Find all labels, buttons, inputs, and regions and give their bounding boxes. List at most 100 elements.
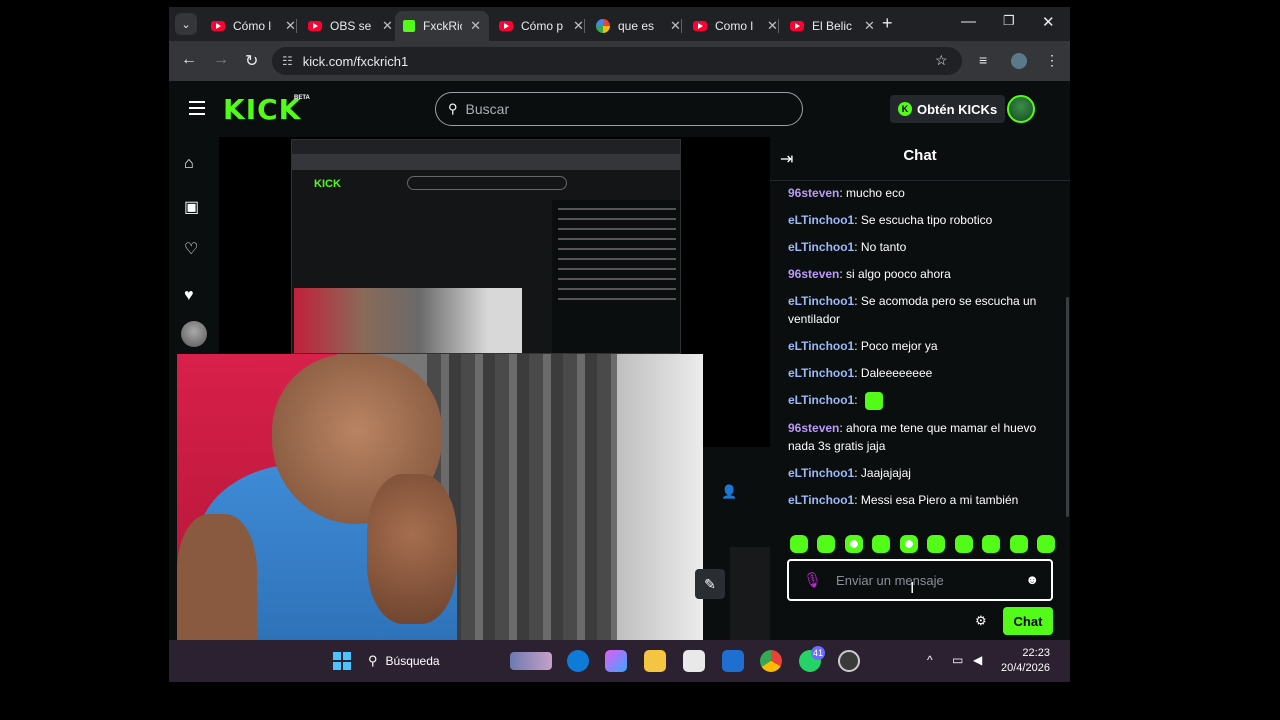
back-arrow-icon[interactable]: ← [181,51,197,69]
bookmark-star-icon[interactable]: ☆ [935,52,948,69]
menu-hamburger-icon[interactable] [189,101,205,115]
more-menu-icon[interactable]: ⋮ [1045,52,1059,69]
emote-button[interactable] [844,535,863,553]
tray-expand-icon[interactable]: ^ [927,653,933,667]
chat-username[interactable]: eLTinchoo1 [788,213,854,227]
get-kicks-button[interactable]: K Obtén KICKs [890,95,1006,123]
search-bar[interactable]: ⚲ [435,92,803,126]
chat-input-box[interactable]: 🎙 ☻ [787,559,1053,601]
chat-scrollbar[interactable] [1066,297,1069,517]
network-icon[interactable]: ▭ [952,653,963,667]
emote-button[interactable] [954,535,973,553]
tab-2[interactable]: OBS se ✕ [300,11,401,41]
chat-username[interactable]: eLTinchoo1 [788,294,854,308]
chat-divider [770,180,1070,181]
tab-7[interactable]: El Belic ✕ [782,11,883,41]
chat-username[interactable]: eLTinchoo1 [788,466,854,480]
restore-icon[interactable]: ❐ [1003,13,1015,29]
chat-username[interactable]: 96steven [788,421,839,435]
nested-screen-capture: KICK [291,139,681,354]
browser-tab-strip: ⌄ Cómo l ✕ OBS se ✕ FxckRic ✕ Cómo p ✕ q… [169,7,1070,41]
nested-search-bar [407,176,567,190]
tab-5[interactable]: que es ✕ [588,11,689,41]
minimize-icon[interactable]: — [961,13,976,30]
forward-arrow-icon[interactable]: → [213,51,229,69]
site-info-icon[interactable]: ☷ [282,54,293,68]
windows-start-icon[interactable] [333,652,351,670]
volume-icon[interactable]: ◀ [973,653,982,667]
follow-user-icon[interactable]: 👤 [721,484,737,500]
nested-address-bar [292,154,680,170]
close-icon[interactable]: ✕ [470,18,481,34]
chat-username[interactable]: 96steven [788,186,839,200]
home-icon[interactable]: ⌂ [184,155,194,173]
reload-icon[interactable]: ↻ [245,51,258,71]
tab-6[interactable]: Como l ✕ [685,11,786,41]
chat-username[interactable]: eLTinchoo1 [788,393,854,407]
microphone-icon[interactable]: 🎙 [803,571,822,589]
chat-send-button[interactable]: Chat [1003,607,1053,635]
emote-button[interactable] [872,535,891,553]
profile-avatar-icon[interactable] [1011,53,1027,69]
copilot-icon[interactable] [605,650,627,672]
chat-text: Se escucha tipo robotico [860,213,993,227]
emote-button[interactable] [817,535,836,553]
tab-3-active[interactable]: FxckRic ✕ [395,11,489,41]
close-icon[interactable]: ✕ [767,18,778,34]
nested-chat-line [558,228,676,230]
edge-browser-icon[interactable] [567,650,589,672]
browse-icon[interactable]: ▣ [184,197,199,217]
close-icon[interactable]: ✕ [573,18,584,34]
chat-message-input[interactable] [836,572,1017,588]
chat-settings-gear-icon[interactable]: ⚙ [975,613,987,629]
chat-username[interactable]: eLTinchoo1 [788,240,854,254]
search-highlight-thumbnail[interactable] [510,652,552,670]
chat-username[interactable]: eLTinchoo1 [788,493,854,507]
tab-label: Cómo l [233,19,272,33]
emote-button[interactable] [1009,535,1028,553]
new-tab-plus-icon[interactable]: + [882,13,893,34]
emote-button[interactable] [899,535,918,553]
chat-username[interactable]: eLTinchoo1 [788,366,854,380]
tab-search-button[interactable]: ⌄ [175,13,197,35]
chat-username[interactable]: eLTinchoo1 [788,339,854,353]
emoji-picker-icon[interactable]: ☻ [1025,572,1039,587]
address-bar[interactable]: ☷ kick.com/fxckrich1 [272,47,962,75]
user-avatar[interactable] [1007,95,1035,123]
obs-studio-icon[interactable] [838,650,860,672]
emote-button[interactable] [927,535,946,553]
emote-button[interactable] [790,535,808,553]
close-icon[interactable]: ✕ [285,18,296,34]
emote-button[interactable] [1036,535,1055,553]
chrome-icon[interactable] [760,650,782,672]
get-kicks-label: Obtén KICKs [917,101,998,117]
search-input[interactable] [465,101,766,117]
youtube-icon [693,21,707,31]
file-explorer-icon[interactable] [644,650,666,672]
close-icon[interactable]: ✕ [382,18,393,34]
close-icon[interactable]: ✕ [670,18,681,34]
chat-separator: : [854,213,861,227]
close-icon[interactable]: ✕ [864,18,875,34]
tab-separator [681,19,682,33]
emote-button[interactable] [982,535,1001,553]
taskbar-search[interactable]: ⚲ Búsqueda [368,650,440,672]
nested-chat-line [558,218,676,220]
kick-logo[interactable]: KICK [223,93,301,126]
following-heart-icon[interactable]: ♥ [184,287,194,305]
tab-4[interactable]: Cómo p ✕ [491,11,592,41]
chat-message-list: 96steven: mucho eco eLTinchoo1: Se escuch… [788,184,1048,518]
microsoft-store-icon[interactable] [683,650,705,672]
edit-pencil-icon[interactable]: ✎ [695,569,725,599]
system-clock[interactable]: 22:23 20/4/2026 [1001,646,1050,676]
mail-icon[interactable] [722,650,744,672]
chat-username[interactable]: 96steven [788,267,839,281]
nested-chat-panel [552,200,680,353]
window-close-icon[interactable]: ✕ [1042,13,1055,31]
followed-channel-avatar[interactable] [181,321,207,347]
chat-message: eLTinchoo1: Se escucha tipo robotico [788,211,1048,229]
following-heart-outline-icon[interactable]: ♡ [184,239,198,259]
tab-1[interactable]: Cómo l ✕ [203,11,304,41]
media-control-icon[interactable]: ≡ [979,52,987,68]
chat-separator: : [854,492,861,507]
